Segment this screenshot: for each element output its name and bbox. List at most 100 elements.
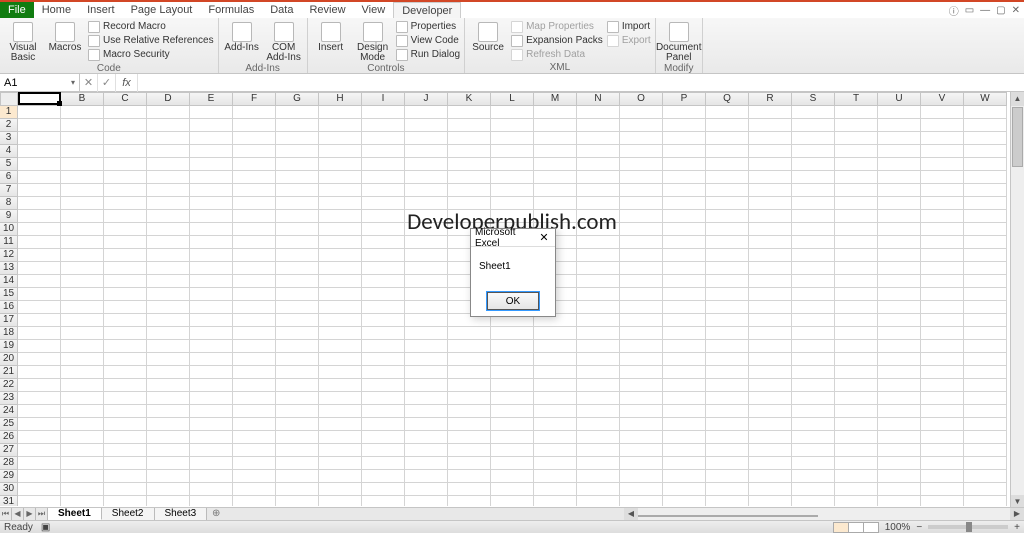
cell[interactable]	[534, 366, 577, 379]
cell[interactable]	[147, 353, 190, 366]
cell[interactable]	[61, 301, 104, 314]
cell[interactable]	[878, 496, 921, 506]
cell[interactable]	[18, 470, 61, 483]
column-header[interactable]: B	[61, 92, 104, 106]
cell[interactable]	[362, 262, 405, 275]
cell[interactable]	[534, 158, 577, 171]
cell[interactable]	[319, 223, 362, 236]
cell[interactable]	[61, 210, 104, 223]
cell[interactable]	[190, 197, 233, 210]
cell[interactable]	[792, 210, 835, 223]
cell[interactable]	[663, 366, 706, 379]
cell[interactable]	[663, 444, 706, 457]
cell[interactable]	[706, 158, 749, 171]
cell[interactable]	[362, 340, 405, 353]
cell[interactable]	[233, 366, 276, 379]
cell[interactable]	[577, 145, 620, 158]
cell[interactable]	[405, 132, 448, 145]
cell[interactable]	[276, 405, 319, 418]
cell[interactable]	[534, 392, 577, 405]
cell[interactable]	[61, 405, 104, 418]
cell[interactable]	[577, 184, 620, 197]
cell[interactable]	[147, 470, 190, 483]
vertical-scrollbar[interactable]: ▲ ▼	[1010, 92, 1024, 509]
cell[interactable]	[491, 132, 534, 145]
cell[interactable]	[448, 132, 491, 145]
cell[interactable]	[18, 457, 61, 470]
cell[interactable]	[61, 223, 104, 236]
cell[interactable]	[319, 392, 362, 405]
cell[interactable]	[878, 223, 921, 236]
cell[interactable]	[663, 457, 706, 470]
cell[interactable]	[362, 301, 405, 314]
cell[interactable]	[792, 158, 835, 171]
cell[interactable]	[147, 392, 190, 405]
cell[interactable]	[147, 327, 190, 340]
cell[interactable]	[190, 431, 233, 444]
row-header[interactable]: 7	[0, 184, 18, 197]
row-header[interactable]: 12	[0, 249, 18, 262]
cell[interactable]	[620, 444, 663, 457]
cell[interactable]	[61, 444, 104, 457]
row-header[interactable]: 28	[0, 457, 18, 470]
cell[interactable]	[362, 145, 405, 158]
cell[interactable]	[663, 392, 706, 405]
cell[interactable]	[190, 184, 233, 197]
cell[interactable]	[749, 249, 792, 262]
column-header[interactable]: I	[362, 92, 405, 106]
cell[interactable]	[706, 249, 749, 262]
cell[interactable]	[620, 470, 663, 483]
cell[interactable]	[749, 223, 792, 236]
cell[interactable]	[749, 444, 792, 457]
cell[interactable]	[878, 184, 921, 197]
cell[interactable]	[835, 340, 878, 353]
cell[interactable]	[362, 405, 405, 418]
fx-insert-function[interactable]: fx	[116, 74, 138, 92]
cell[interactable]	[491, 431, 534, 444]
insert-control-button[interactable]: Insert	[312, 20, 350, 63]
cell[interactable]	[190, 314, 233, 327]
cell[interactable]	[147, 275, 190, 288]
cell[interactable]	[921, 223, 964, 236]
cell[interactable]	[491, 418, 534, 431]
cell[interactable]	[276, 106, 319, 119]
cell[interactable]	[706, 314, 749, 327]
cell[interactable]	[534, 444, 577, 457]
cell[interactable]	[147, 366, 190, 379]
cell[interactable]	[749, 132, 792, 145]
cell[interactable]	[964, 158, 1007, 171]
cell[interactable]	[663, 405, 706, 418]
row-header[interactable]: 30	[0, 483, 18, 496]
cell[interactable]	[147, 314, 190, 327]
sheet-tab-3[interactable]: Sheet3	[155, 508, 208, 520]
cell[interactable]	[18, 262, 61, 275]
cell[interactable]	[491, 119, 534, 132]
cell[interactable]	[663, 379, 706, 392]
cell[interactable]	[706, 431, 749, 444]
column-header[interactable]: K	[448, 92, 491, 106]
cell[interactable]	[534, 353, 577, 366]
cell[interactable]	[319, 236, 362, 249]
cell[interactable]	[577, 132, 620, 145]
row-header[interactable]: 13	[0, 262, 18, 275]
cell[interactable]	[405, 418, 448, 431]
tab-formulas[interactable]: Formulas	[200, 2, 262, 18]
cell[interactable]	[835, 132, 878, 145]
cell[interactable]	[61, 184, 104, 197]
cell[interactable]	[362, 327, 405, 340]
cell[interactable]	[921, 496, 964, 506]
cell[interactable]	[534, 496, 577, 506]
cell[interactable]	[104, 405, 147, 418]
cell[interactable]	[620, 418, 663, 431]
cell[interactable]	[276, 210, 319, 223]
cell[interactable]	[835, 496, 878, 506]
cell[interactable]	[104, 379, 147, 392]
cell[interactable]	[964, 288, 1007, 301]
cell[interactable]	[319, 145, 362, 158]
cell[interactable]	[792, 132, 835, 145]
cell[interactable]	[18, 418, 61, 431]
cell[interactable]	[233, 158, 276, 171]
cell[interactable]	[319, 275, 362, 288]
document-panel-button[interactable]: Document Panel	[660, 20, 698, 63]
cell[interactable]	[61, 353, 104, 366]
